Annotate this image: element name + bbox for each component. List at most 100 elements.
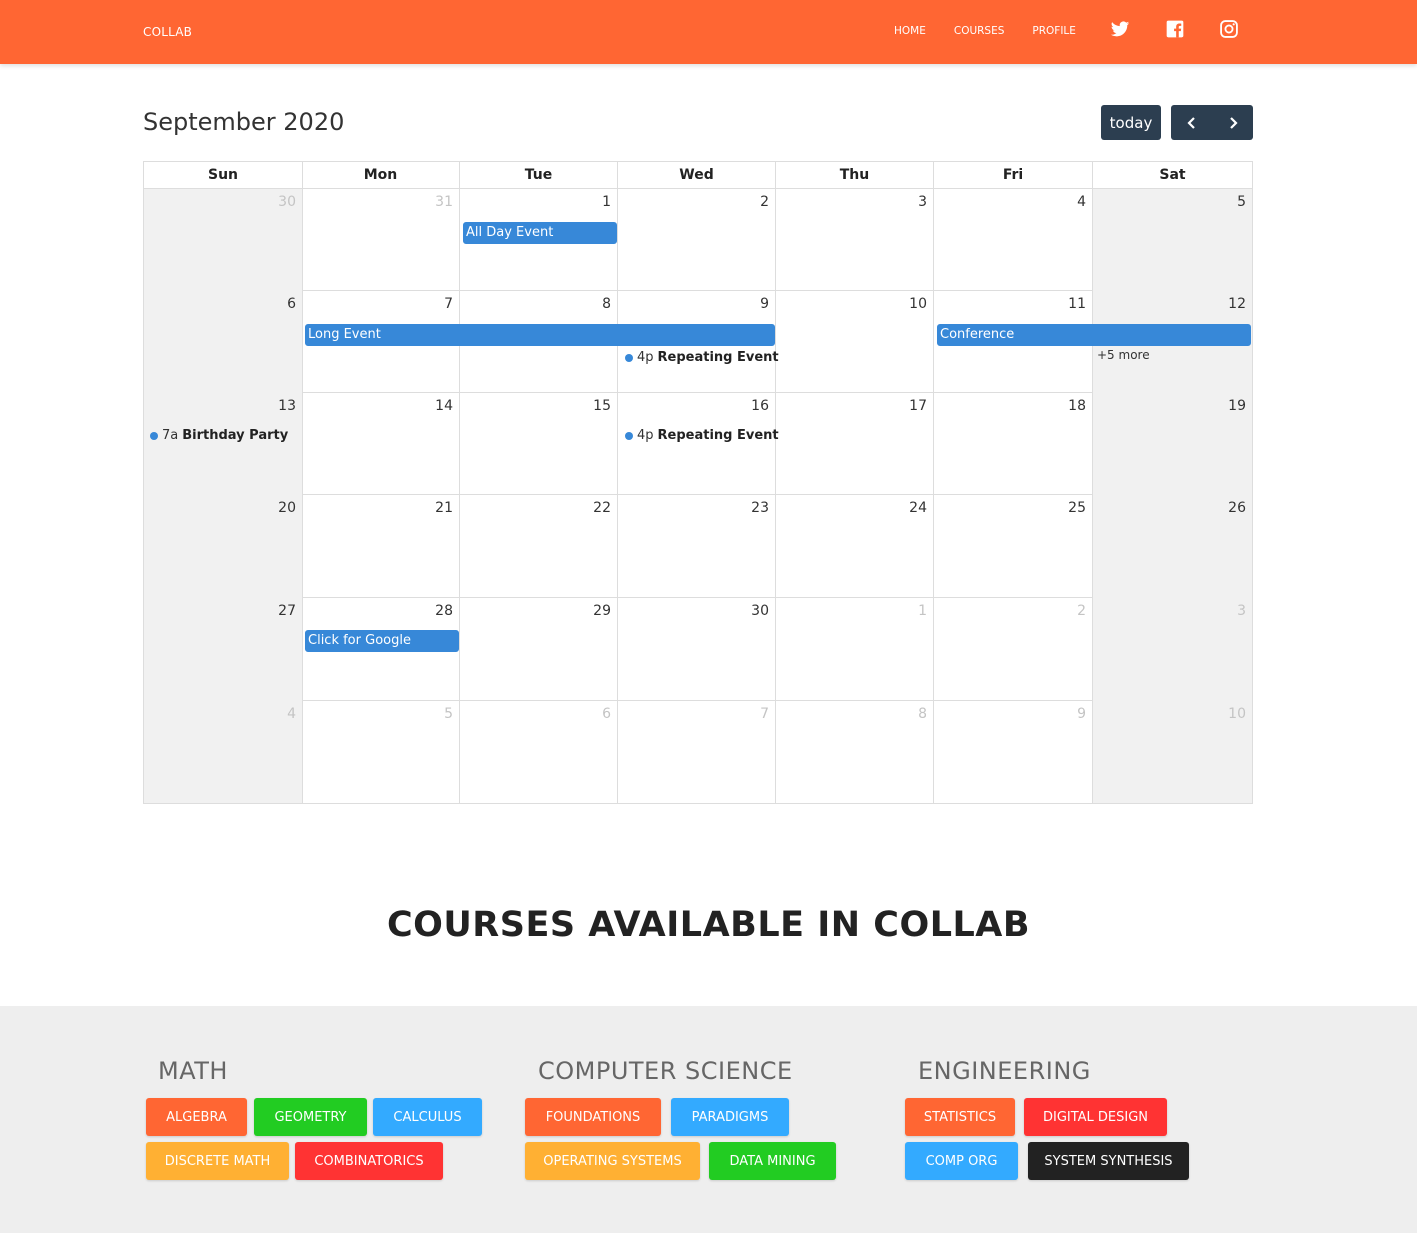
day-cell[interactable]: 24 — [776, 495, 934, 598]
day-number[interactable]: 5 — [444, 706, 453, 722]
brand-logo[interactable]: COLLAB — [143, 25, 192, 39]
day-number[interactable]: 21 — [435, 500, 453, 516]
day-number[interactable]: 20 — [278, 500, 296, 516]
event-conference[interactable]: Conference — [937, 324, 1251, 346]
day-number[interactable]: 25 — [1068, 500, 1086, 516]
nav-profile-link[interactable]: PROFILE — [1032, 25, 1076, 37]
day-cell[interactable]: 31 — [302, 189, 460, 291]
day-cell[interactable]: 5 — [1093, 189, 1252, 291]
day-cell[interactable]: 21 — [302, 495, 460, 598]
day-cell[interactable]: 14 — [302, 393, 460, 495]
day-number[interactable]: 3 — [1237, 603, 1246, 619]
nav-courses-link[interactable]: COURSES — [954, 25, 1005, 37]
day-number[interactable]: 18 — [1068, 398, 1086, 414]
day-cell[interactable]: 10 — [776, 291, 934, 393]
day-number[interactable]: 30 — [278, 194, 296, 210]
event-google[interactable]: Click for Google — [305, 630, 459, 652]
course-combinatorics[interactable]: COMBINATORICS — [295, 1142, 443, 1180]
instagram-icon[interactable] — [1219, 19, 1239, 39]
day-cell[interactable]: 16 — [618, 393, 776, 495]
day-cell[interactable]: 4 — [934, 189, 1093, 291]
day-cell[interactable]: 6 — [460, 701, 618, 803]
day-cell[interactable]: 4 — [144, 701, 303, 803]
day-cell[interactable]: 19 — [1093, 393, 1252, 495]
day-number[interactable]: 10 — [909, 296, 927, 312]
day-number[interactable]: 8 — [602, 296, 611, 312]
day-number[interactable]: 15 — [593, 398, 611, 414]
day-number[interactable]: 14 — [435, 398, 453, 414]
day-cell[interactable]: 27 — [144, 598, 303, 701]
course-operating-systems[interactable]: OPERATING SYSTEMS — [525, 1142, 700, 1180]
day-number[interactable]: 6 — [287, 296, 296, 312]
day-cell[interactable]: 10 — [1093, 701, 1252, 803]
day-number[interactable]: 17 — [909, 398, 927, 414]
day-cell[interactable]: 8 — [776, 701, 934, 803]
day-number[interactable]: 2 — [760, 194, 769, 210]
day-number[interactable]: 1 — [602, 194, 611, 210]
day-number[interactable]: 7 — [760, 706, 769, 722]
course-paradigms[interactable]: PARADIGMS — [671, 1098, 789, 1136]
day-cell[interactable]: 9 — [934, 701, 1093, 803]
day-cell[interactable]: 6 — [144, 291, 303, 393]
day-number[interactable]: 4 — [1077, 194, 1086, 210]
day-cell[interactable]: 15 — [460, 393, 618, 495]
event-birthday[interactable]: 7a Birthday Party — [150, 428, 288, 443]
day-number[interactable]: 30 — [751, 603, 769, 619]
day-cell[interactable]: 25 — [934, 495, 1093, 598]
day-number[interactable]: 6 — [602, 706, 611, 722]
course-statistics[interactable]: STATISTICS — [905, 1098, 1015, 1136]
twitter-icon[interactable] — [1110, 19, 1130, 39]
prev-month-button[interactable] — [1171, 105, 1212, 140]
day-number[interactable]: 10 — [1228, 706, 1246, 722]
day-cell[interactable]: 1 — [776, 598, 934, 701]
course-digital-design[interactable]: DIGITAL DESIGN — [1024, 1098, 1167, 1136]
day-cell[interactable]: 13 — [144, 393, 303, 495]
day-number[interactable]: 8 — [918, 706, 927, 722]
more-events-link[interactable]: +5 more — [1097, 348, 1150, 362]
day-cell[interactable]: 5 — [302, 701, 460, 803]
day-number[interactable]: 22 — [593, 500, 611, 516]
day-number[interactable]: 5 — [1237, 194, 1246, 210]
course-discrete-math[interactable]: DISCRETE MATH — [146, 1142, 289, 1180]
day-cell[interactable]: 30 — [144, 189, 303, 291]
day-cell[interactable]: 3 — [1093, 598, 1252, 701]
day-cell[interactable]: 2 — [618, 189, 776, 291]
course-algebra[interactable]: ALGEBRA — [146, 1098, 247, 1136]
course-geometry[interactable]: GEOMETRY — [254, 1098, 367, 1136]
event-repeating-2[interactable]: 4p Repeating Event — [625, 428, 779, 443]
course-system-synthesis[interactable]: SYSTEM SYNTHESIS — [1028, 1142, 1189, 1180]
day-number[interactable]: 2 — [1077, 603, 1086, 619]
day-number[interactable]: 23 — [751, 500, 769, 516]
day-number[interactable]: 1 — [918, 603, 927, 619]
day-number[interactable]: 29 — [593, 603, 611, 619]
day-number[interactable]: 19 — [1228, 398, 1246, 414]
event-long[interactable]: Long Event — [305, 324, 775, 346]
day-cell[interactable]: 29 — [460, 598, 618, 701]
day-cell[interactable]: 26 — [1093, 495, 1252, 598]
day-cell[interactable]: 3 — [776, 189, 934, 291]
day-cell[interactable]: 18 — [934, 393, 1093, 495]
nav-home-link[interactable]: HOME — [894, 25, 926, 37]
day-cell[interactable]: 20 — [144, 495, 303, 598]
course-calculus[interactable]: CALCULUS — [373, 1098, 482, 1136]
day-number[interactable]: 7 — [444, 296, 453, 312]
day-number[interactable]: 11 — [1068, 296, 1086, 312]
day-number[interactable]: 9 — [1077, 706, 1086, 722]
event-repeating-1[interactable]: 4p Repeating Event — [625, 350, 779, 365]
day-number[interactable]: 24 — [909, 500, 927, 516]
day-number[interactable]: 13 — [278, 398, 296, 414]
day-cell[interactable]: 2 — [934, 598, 1093, 701]
day-cell[interactable]: 17 — [776, 393, 934, 495]
course-comp-org[interactable]: COMP ORG — [905, 1142, 1018, 1180]
today-button[interactable]: today — [1101, 105, 1161, 140]
day-number[interactable]: 12 — [1228, 296, 1246, 312]
day-number[interactable]: 16 — [751, 398, 769, 414]
course-data-mining[interactable]: DATA MINING — [709, 1142, 836, 1180]
day-number[interactable]: 31 — [435, 194, 453, 210]
day-number[interactable]: 27 — [278, 603, 296, 619]
course-foundations[interactable]: FOUNDATIONS — [525, 1098, 661, 1136]
day-number[interactable]: 28 — [435, 603, 453, 619]
day-number[interactable]: 26 — [1228, 500, 1246, 516]
next-month-button[interactable] — [1212, 105, 1253, 140]
day-number[interactable]: 4 — [287, 706, 296, 722]
